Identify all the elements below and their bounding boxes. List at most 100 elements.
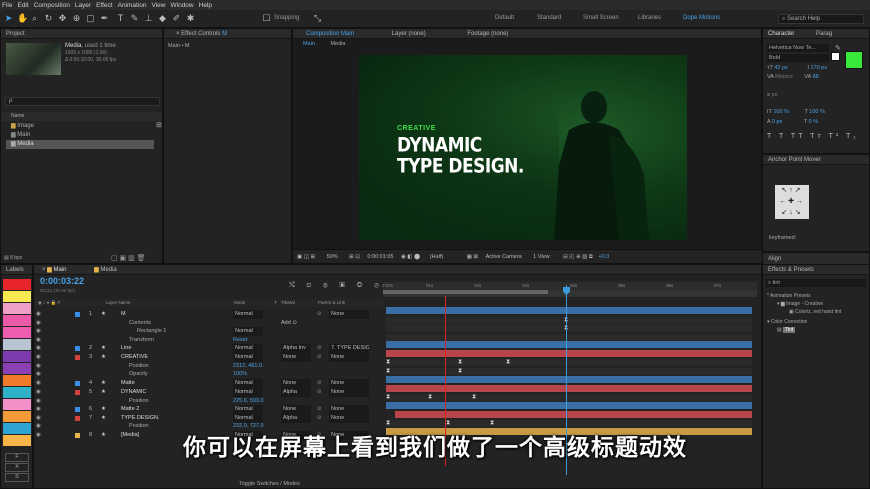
- timeline-layer-row[interactable]: ◉ 5 ★ DYNAMIC Normal Alpha ⊘ None: [33, 388, 383, 397]
- layer-name[interactable]: CREATIVE: [121, 353, 148, 362]
- layer-duration-bar[interactable]: [386, 402, 752, 409]
- pan-behind-tool-icon[interactable]: ⊕: [72, 13, 81, 24]
- timeline-switch-icons[interactable]: ⤭ ⊡ ⊗ ▣ ◎ ⊘: [289, 282, 384, 290]
- label-color-chip[interactable]: [75, 390, 80, 395]
- search-help-input[interactable]: ⌕ Search Help: [778, 14, 864, 24]
- zoom-dropdown[interactable]: 50%: [327, 254, 338, 260]
- snap-options-icon[interactable]: ⤡: [313, 13, 322, 24]
- blend-mode-dropdown[interactable]: Normal: [233, 379, 263, 388]
- label-swatch[interactable]: [3, 375, 31, 386]
- puppet-tool-icon[interactable]: ✱: [186, 13, 195, 24]
- keyframe-icon[interactable]: ⧗: [506, 359, 510, 365]
- workspace-libraries[interactable]: Libraries: [638, 15, 661, 21]
- project-column-name[interactable]: Name: [1, 112, 162, 121]
- comp-nav-media[interactable]: Media: [330, 41, 345, 47]
- label-swatch[interactable]: [3, 411, 31, 422]
- column-parent[interactable]: Parent & Link: [318, 299, 345, 306]
- layer-name[interactable]: DYNAMIC: [121, 388, 146, 397]
- eraser-tool-icon[interactable]: ◆: [158, 13, 167, 24]
- timeline-layer-row[interactable]: ◉ 2 ★ Line Normal Alpha Inv ⊘ 7. TYPE DESIG: [33, 344, 383, 353]
- property-value[interactable]: 100%: [233, 370, 247, 379]
- timeline-layer-row[interactable]: ◉ 1 ★ M Normal ⊘ None: [33, 310, 383, 319]
- leading-value[interactable]: 170 px: [810, 65, 827, 71]
- parent-pick-whip-icon[interactable]: ⊘: [317, 310, 322, 319]
- kerning-value[interactable]: Metrics: [775, 74, 793, 80]
- label-color-chip[interactable]: [75, 312, 80, 317]
- snapshot-icon[interactable]: ◉ ◧ ⬤: [401, 254, 420, 260]
- render-icons[interactable]: ⊟ ◰ ⊕ ▨ ⧉: [563, 254, 593, 260]
- hand-tool-icon[interactable]: ✋: [17, 13, 28, 24]
- visibility-eye-icon[interactable]: ◉: [36, 379, 41, 388]
- label-color-chip[interactable]: [75, 407, 80, 412]
- baseline-shift-value[interactable]: 0 px: [772, 119, 782, 125]
- anchor-grid[interactable]: ↖↑↗ ←✚→ ↙↓↘: [775, 185, 809, 219]
- column-trkmat[interactable]: TrkMat: [281, 299, 295, 306]
- tint-effect-item[interactable]: ▤ Tint: [777, 327, 796, 333]
- menu-effect[interactable]: Effect: [96, 2, 113, 9]
- layer-duration-bar[interactable]: [386, 307, 752, 314]
- work-area-range[interactable]: [383, 290, 548, 294]
- menu-edit[interactable]: Edit: [17, 2, 28, 9]
- parent-dropdown[interactable]: None: [329, 353, 369, 362]
- character-tab[interactable]: Character: [768, 31, 794, 37]
- resolution-dropdown[interactable]: (Half): [430, 254, 443, 260]
- parent-pick-whip-icon[interactable]: ⊘: [317, 388, 322, 397]
- timeline-tab-media[interactable]: Media: [100, 267, 116, 273]
- visibility-eye-icon[interactable]: ◉: [36, 353, 41, 362]
- keyframe-icon[interactable]: ⧗: [386, 394, 390, 400]
- menu-composition[interactable]: Composition: [34, 2, 70, 9]
- layer-name[interactable]: Rectangle 1: [137, 327, 166, 336]
- camera-tool-icon[interactable]: ✥: [58, 13, 67, 24]
- project-item-main[interactable]: ▆ Main: [1, 131, 162, 140]
- keyframe-icon[interactable]: ⧗: [458, 368, 462, 374]
- column-t[interactable]: T: [274, 299, 277, 306]
- menu-layer[interactable]: Layer: [75, 2, 91, 9]
- workspace-default[interactable]: Default: [495, 15, 514, 21]
- camera-dropdown[interactable]: Active Camera: [486, 254, 522, 260]
- parent-dropdown[interactable]: None: [329, 388, 369, 397]
- pen-tool-icon[interactable]: ✒: [100, 13, 109, 24]
- label-swatch[interactable]: [3, 387, 31, 398]
- workspace-dope-motions[interactable]: Dope Motions: [683, 15, 720, 21]
- parent-dropdown[interactable]: None: [329, 310, 369, 319]
- menu-animation[interactable]: Animation: [118, 2, 147, 9]
- label-color-chip[interactable]: [75, 346, 80, 351]
- menu-file[interactable]: File: [2, 2, 12, 9]
- workspace-standard[interactable]: Standard: [537, 15, 561, 21]
- effects-search-input[interactable]: ⌕ tint: [766, 279, 866, 287]
- tracking-value[interactable]: 88: [813, 74, 819, 80]
- paragraph-tab[interactable]: Parag: [816, 31, 832, 37]
- keyframe-icon[interactable]: ⧗: [446, 420, 450, 426]
- fill-color-swatch[interactable]: [845, 51, 863, 69]
- layer-name[interactable]: M: [121, 310, 126, 319]
- timeline-tab-main[interactable]: Main: [53, 267, 66, 273]
- font-family-dropdown[interactable]: Helvetica Now Te...: [767, 44, 829, 52]
- layer-duration-bar[interactable]: [386, 350, 752, 357]
- color-correction-folder[interactable]: ▾ Color Correction: [767, 319, 807, 325]
- label-button-x[interactable]: X: [5, 463, 29, 472]
- brush-tool-icon[interactable]: ✎: [130, 13, 139, 24]
- blend-mode-dropdown[interactable]: Normal: [233, 327, 263, 336]
- column-mode[interactable]: Mode: [234, 299, 245, 306]
- layer-duration-bar[interactable]: [395, 411, 752, 418]
- blend-mode-dropdown[interactable]: Normal: [233, 405, 263, 414]
- clone-stamp-tool-icon[interactable]: ⊥: [144, 13, 153, 24]
- project-item-image[interactable]: ▆ Image: [1, 122, 162, 131]
- project-search-input[interactable]: ρ: [5, 97, 160, 106]
- parent-pick-whip-icon[interactable]: ⊘: [317, 379, 322, 388]
- layer-tab[interactable]: Layer (none): [392, 31, 426, 37]
- layer-duration-bar[interactable]: [386, 341, 752, 348]
- label-button-s[interactable]: S: [5, 473, 29, 482]
- visibility-eye-icon[interactable]: ◉: [36, 310, 41, 319]
- hierarchy-icon[interactable]: ⊞: [156, 121, 162, 129]
- stroke-width-value[interactable]: px: [772, 92, 778, 98]
- parent-pick-whip-icon[interactable]: ⊘: [317, 353, 322, 362]
- blend-mode-dropdown[interactable]: Normal: [233, 344, 263, 353]
- zoom-tool-icon[interactable]: ⌕: [30, 13, 39, 24]
- composition-tab[interactable]: Composition Main: [306, 31, 354, 37]
- visibility-eye-icon[interactable]: ◉: [36, 327, 41, 336]
- parent-pick-whip-icon[interactable]: ⊘: [317, 405, 322, 414]
- timeline-timecode[interactable]: 0:00:03:22: [40, 276, 84, 286]
- keyframe-icon[interactable]: ⧗: [386, 420, 390, 426]
- label-swatch[interactable]: [3, 303, 31, 314]
